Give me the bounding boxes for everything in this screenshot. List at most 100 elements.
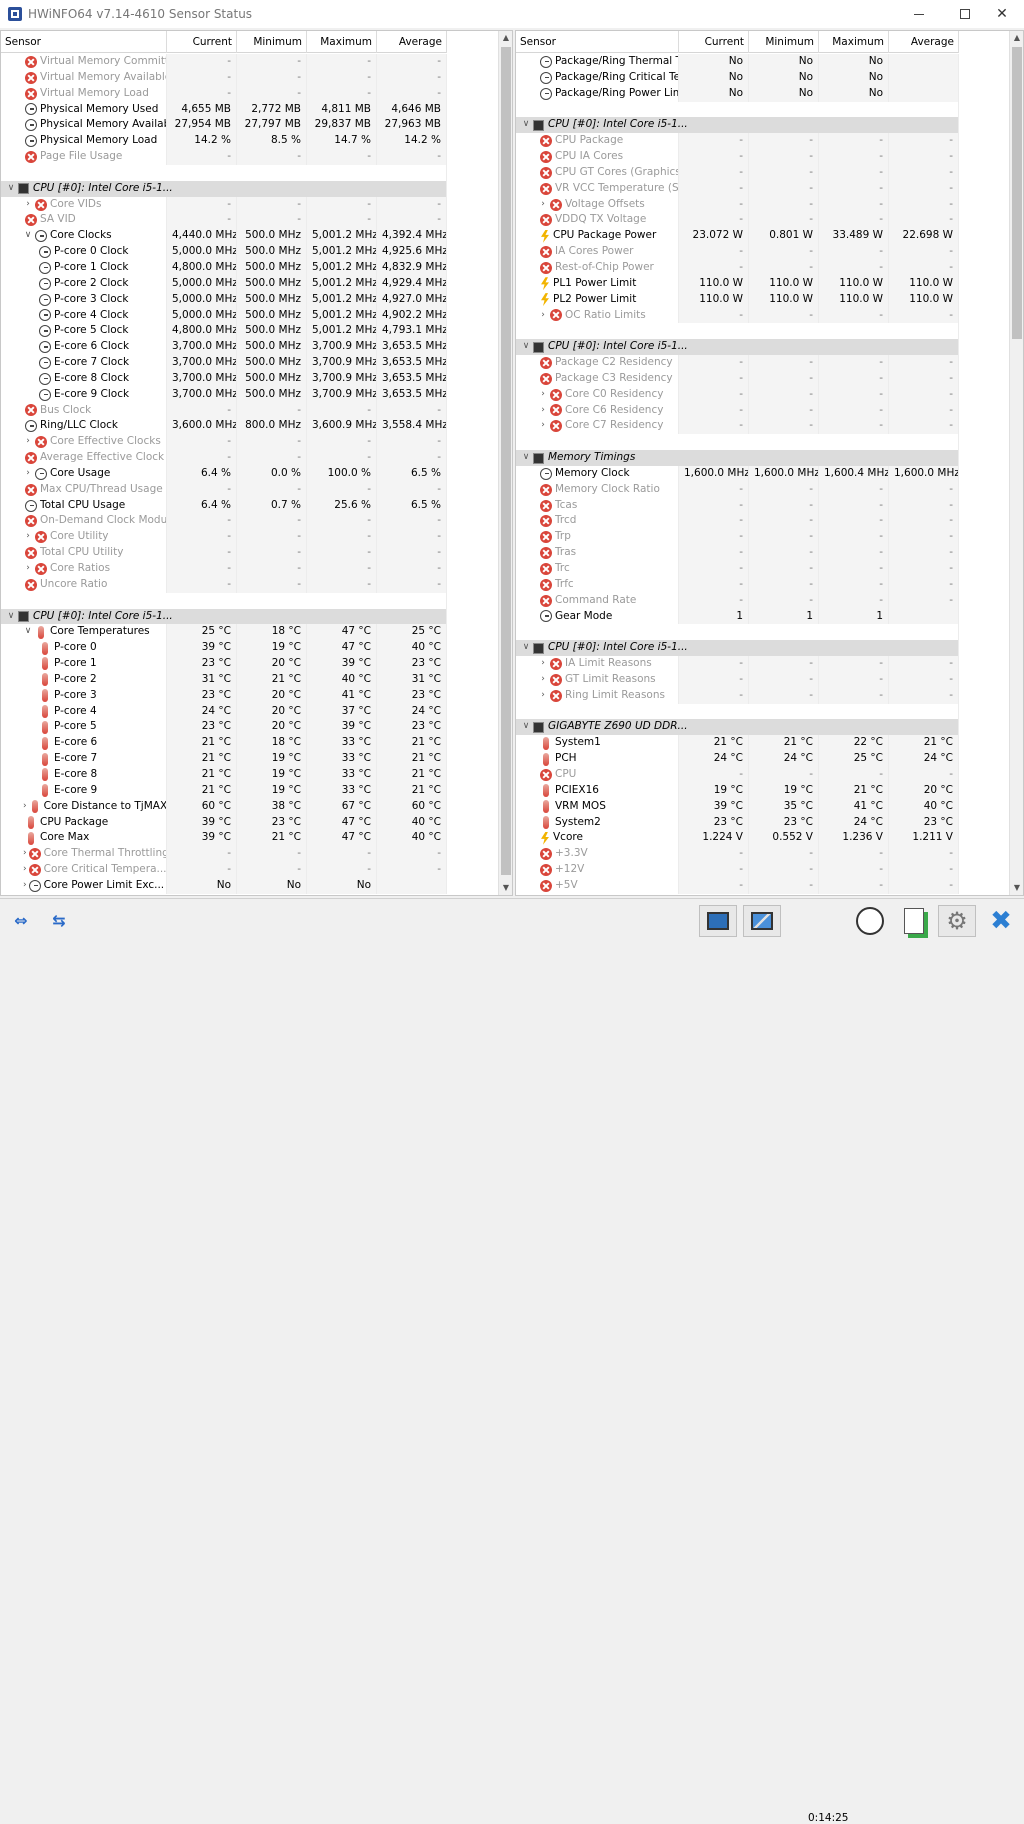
chevron-right-icon[interactable]: › — [23, 878, 27, 894]
group-header-cell[interactable]: ∨ CPU [#0]: Intel Core i5-1... — [1, 180, 447, 197]
scroll-up-icon[interactable]: ▲ — [499, 31, 512, 45]
sensor-row[interactable]: Virtual Memory Committed---- — [1, 54, 447, 70]
scroll-down-icon[interactable]: ▼ — [499, 881, 512, 895]
expand-columns-button[interactable]: ⇔ — [4, 908, 38, 932]
sensor-row[interactable]: Max CPU/Thread Usage - - - - — [1, 481, 447, 498]
column-header-average[interactable]: Average — [377, 31, 447, 53]
sensor-row[interactable]: PCIEX16 19 °C 19 °C 21 °C 20 °C — [516, 782, 959, 799]
sensor-row[interactable]: Trp - - - - — [516, 529, 959, 546]
sensor-row[interactable]: P-core 1 23 °C 20 °C 39 °C 23 °C — [1, 656, 447, 672]
chevron-right-icon[interactable]: › — [538, 672, 548, 688]
sensor-row[interactable]: › GT Limit Reasons - - - - — [516, 671, 959, 688]
sensor-row[interactable]: Tcas - - - - — [516, 497, 959, 514]
sensor-row[interactable]: E-core 8 21 °C 19 °C 33 °C 21 °C — [1, 766, 447, 783]
sensor-row[interactable]: P-core 5 Clock 4,800.0 MHz 500.0 MHz 5,001.… — [1, 323, 447, 340]
report-button[interactable] — [896, 905, 932, 937]
sensor-row[interactable]: P-core 4 24 °C 20 °C 37 °C 24 °C — [1, 703, 447, 720]
exit-button[interactable]: ✖ — [982, 905, 1020, 937]
sensor-row[interactable]: Virtual Memory Available - - - - — [1, 69, 447, 86]
column-header-maximum[interactable]: Maximum — [819, 31, 889, 53]
sensor-row[interactable]: System2 23 °C 23 °C 24 °C 23 °C — [516, 814, 959, 831]
sensor-row[interactable]: Virtual Memory Load - - - - — [1, 85, 447, 102]
sensor-row[interactable]: › Core Critical Tempera... - - - - — [1, 862, 447, 878]
right-scrollbar-thumb[interactable] — [1012, 47, 1022, 339]
sensor-row[interactable]: CPU Package Power 23.072 W 0.801 W 33.489 W… — [516, 228, 959, 245]
sensor-row[interactable]: CPU Package - - - - — [516, 133, 959, 150]
sensor-row[interactable]: › Core Effective Clocks - - - - — [1, 434, 447, 451]
sensor-row[interactable]: Physical Memory Load 14.2 % 8.5 % 14.7 % 14.… — [1, 133, 447, 150]
sensor-group-header[interactable]: ∨ CPU [#0]: Intel Core i5-1... — [516, 117, 959, 134]
sensor-row[interactable]: Trcd - - - - — [516, 513, 959, 530]
sensor-row[interactable]: E-core 8 Clock 3,700.0 MHz 500.0 MHz 3,700.… — [1, 370, 447, 387]
sensor-row[interactable]: P-core 4 Clock 5,000.0 MHz 500.0 MHz 5,001.… — [1, 307, 447, 324]
chevron-down-icon[interactable]: ∨ — [6, 181, 16, 197]
sensor-row[interactable]: P-core 3 23 °C 20 °C 41 °C 23 °C — [1, 687, 447, 704]
sensor-row[interactable]: Command Rate - - - - — [516, 592, 959, 609]
sensor-row[interactable]: VRM MOS 39 °C 35 °C 41 °C 40 °C — [516, 798, 959, 815]
sensor-row[interactable]: Total CPU Utility - - - - — [1, 545, 447, 561]
sensor-row[interactable]: › Core Distance to TjMAX 60 °C 38 °C 67 °C 60… — [1, 798, 447, 815]
chevron-down-icon[interactable]: ∨ — [521, 339, 531, 355]
sensor-row[interactable]: P-core 1 Clock 4,800.0 MHz 500.0 MHz 5,001.… — [1, 259, 447, 276]
collapse-columns-button[interactable]: ⇆ — [42, 908, 76, 932]
sensor-row[interactable]: E-core 6 Clock 3,700.0 MHz 500.0 MHz 3,700.… — [1, 339, 447, 356]
chevron-right-icon[interactable]: › — [538, 656, 548, 672]
sensor-row[interactable]: Package/Ring Power Limi...NoNoNo — [516, 85, 959, 102]
chevron-right-icon[interactable]: › — [538, 387, 548, 403]
sensor-row[interactable]: › Core C7 Residency - - - - — [516, 418, 959, 435]
sensor-row[interactable]: › Core Thermal Throttling - - - - — [1, 846, 447, 863]
sensor-row[interactable]: P-core 3 Clock 5,000.0 MHz 500.0 MHz 5,001.… — [1, 291, 447, 308]
sensor-row[interactable]: +5V - - - - — [516, 877, 959, 894]
chevron-down-icon[interactable]: ∨ — [6, 609, 16, 625]
column-header-current[interactable]: Current — [679, 31, 749, 53]
column-header-sensor[interactable]: Sensor — [1, 31, 167, 53]
sensor-row[interactable]: System1 21 °C 21 °C 22 °C 21 °C — [516, 735, 959, 752]
sensor-row[interactable]: › Voltage Offsets - - - - — [516, 196, 959, 213]
sensor-row[interactable]: › Core Ratios - - - - — [1, 561, 447, 577]
chevron-right-icon[interactable]: › — [23, 434, 33, 450]
sensor-row[interactable]: Trc - - - - — [516, 561, 959, 577]
sensor-group-header[interactable]: ∨ CPU [#0]: Intel Core i5-1... — [1, 180, 447, 197]
column-header-current[interactable]: Current — [167, 31, 237, 53]
sensor-group-header[interactable]: ∨ CPU [#0]: Intel Core i5-1... — [516, 640, 959, 657]
sensor-row[interactable]: Bus Clock - - - - — [1, 402, 447, 419]
sensor-row[interactable]: CPU Package 39 °C 23 °C 47 °C 40 °C — [1, 814, 447, 831]
sensor-row[interactable]: Core Max 39 °C 21 °C 47 °C 40 °C — [1, 830, 447, 847]
sensor-row[interactable]: Package/Ring Critical Te... No No No — [516, 69, 959, 86]
sensor-row[interactable]: › Core C6 Residency - - - - — [516, 402, 959, 419]
sensor-row[interactable]: Package/Ring Thermal Th...NoNoNo — [516, 54, 959, 70]
sensor-row[interactable]: VR VCC Temperature (SV...---- — [516, 180, 959, 197]
sensor-row[interactable]: Total CPU Usage 6.4 % 0.7 % 25.6 % 6.5 % — [1, 497, 447, 514]
sensor-row[interactable]: On-Demand Clock Modul... - - - - — [1, 513, 447, 530]
left-scrollbar-thumb[interactable] — [501, 47, 511, 875]
sensor-row[interactable]: Average Effective Clock - - - - — [1, 450, 447, 466]
sensor-row[interactable]: P-core 0 39 °C 19 °C 47 °C 40 °C — [1, 640, 447, 657]
clock-reset-button[interactable] — [852, 905, 888, 937]
sensor-row[interactable]: Ring/LLC Clock 3,600.0 MHz 800.0 MHz 3,600.… — [1, 418, 447, 435]
sensor-row[interactable]: › Core Usage 6.4 % 0.0 % 100.0 % 6.5 % — [1, 465, 447, 482]
sensor-row[interactable]: VDDQ TX Voltage - - - - — [516, 212, 959, 229]
network-button[interactable] — [743, 905, 781, 937]
sensor-row[interactable]: CPU - - - - — [516, 766, 959, 783]
sensor-row[interactable]: ∨ Core Clocks 4,440.0 MHz 500.0 MHz 5,001.2 … — [1, 228, 447, 245]
sensor-row[interactable]: › Core C0 Residency - - - - — [516, 386, 959, 403]
sensor-row[interactable]: CPU IA Cores - - - - — [516, 149, 959, 165]
sensor-row[interactable]: Package C2 Residency - - - - — [516, 355, 959, 371]
chevron-down-icon[interactable]: ∨ — [23, 228, 33, 244]
sensor-row[interactable]: P-core 5 23 °C 20 °C 39 °C 23 °C — [1, 719, 447, 736]
sensor-row[interactable]: Rest-of-Chip Power - - - - — [516, 259, 959, 276]
sensor-row[interactable]: ∨ Core Temperatures 25 °C 18 °C 47 °C 25 °C — [1, 624, 447, 641]
sensor-row[interactable]: PL1 Power Limit 110.0 W 110.0 W 110.0 W 110.… — [516, 275, 959, 292]
sensor-row[interactable]: Page File Usage - - - - — [1, 149, 447, 165]
sensor-row[interactable]: › Ring Limit Reasons - - - - — [516, 687, 959, 704]
chevron-right-icon[interactable]: › — [23, 846, 27, 862]
chevron-right-icon[interactable]: › — [23, 561, 33, 577]
right-scrollbar[interactable]: ▲ ▼ — [1009, 31, 1023, 895]
sensor-group-header[interactable]: ∨ GIGABYTE Z690 UD DDR... — [516, 719, 959, 736]
chevron-right-icon[interactable]: › — [23, 529, 33, 545]
column-header-sensor[interactable]: Sensor — [516, 31, 679, 53]
chevron-right-icon[interactable]: › — [538, 403, 548, 419]
group-header-cell[interactable]: ∨ GIGABYTE Z690 UD DDR... — [516, 719, 959, 736]
sensor-row[interactable]: PCH 24 °C 24 °C 25 °C 24 °C — [516, 751, 959, 767]
chevron-right-icon[interactable]: › — [538, 308, 548, 324]
